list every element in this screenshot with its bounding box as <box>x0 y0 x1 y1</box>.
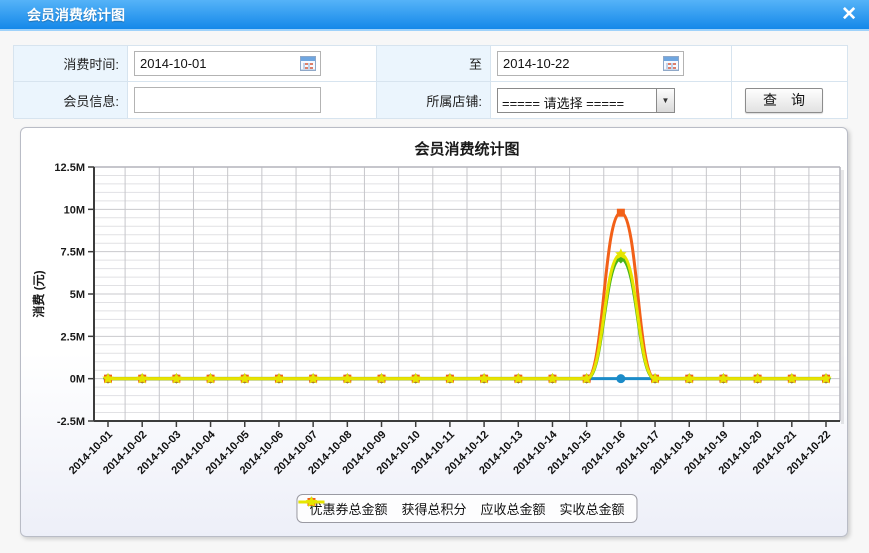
chart-title: 会员消费统计图 <box>414 140 519 158</box>
date-to-box <box>497 51 684 76</box>
chart-panel: -2.5M0M2.5M5M7.5M10M12.5M2014-10-012014-… <box>20 127 848 537</box>
date-to-cell <box>491 46 732 82</box>
date-from-box <box>134 51 321 76</box>
member-info-input[interactable] <box>134 87 321 113</box>
y-tick-label: 0M <box>70 374 85 386</box>
calendar-icon[interactable] <box>300 56 316 71</box>
query-button[interactable]: 查 询 <box>745 88 823 113</box>
legend-label: 应收总金额 <box>481 499 546 518</box>
y-tick-label: 12.5M <box>54 162 85 174</box>
legend-item[interactable]: 实收总金额 <box>560 499 625 518</box>
member-info-label: 会员信息: <box>14 82 128 119</box>
y-axis-title: 消费 (元) <box>31 270 46 317</box>
to-label: 至 <box>377 46 491 82</box>
y-tick-label: -2.5M <box>57 416 85 428</box>
consumption-chart: -2.5M0M2.5M5M7.5M10M12.5M2014-10-012014-… <box>21 128 849 538</box>
date-from-cell <box>128 46 377 82</box>
legend-item[interactable]: 获得总积分 <box>401 499 466 518</box>
shop-cell: ===== 请选择 ===== ▼ <box>491 82 732 119</box>
dialog-titlebar: 会员消费统计图 ✕ <box>0 0 869 31</box>
query-form: 消费时间: 至 会员信息: 所属店铺: ===== 请选择 ===== ▼ 查 … <box>13 45 848 118</box>
shop-select-value: ===== 请选择 ===== <box>498 89 656 112</box>
legend-label: 实收总金额 <box>560 499 625 518</box>
legend-star-icon <box>297 495 325 509</box>
shop-select[interactable]: ===== 请选择 ===== ▼ <box>497 88 675 113</box>
date-to-input[interactable] <box>498 53 658 74</box>
y-tick-label: 5M <box>70 289 85 301</box>
calendar-icon[interactable] <box>663 56 679 71</box>
legend-item[interactable]: 应收总金额 <box>481 499 546 518</box>
member-info-cell <box>128 82 377 119</box>
empty-cell <box>732 46 848 82</box>
query-button-cell: 查 询 <box>732 82 848 119</box>
y-tick-label: 10M <box>64 204 85 216</box>
chevron-down-icon[interactable]: ▼ <box>656 89 674 112</box>
chart-legend: 优惠券总金额获得总积分应收总金额实收总金额 <box>296 494 637 523</box>
close-icon[interactable]: ✕ <box>841 3 857 27</box>
legend-label: 获得总积分 <box>401 499 466 518</box>
dialog-title: 会员消费统计图 <box>27 5 125 25</box>
y-tick-label: 7.5M <box>61 247 85 259</box>
y-tick-label: 2.5M <box>61 331 85 343</box>
consume-time-label: 消费时间: <box>14 46 128 82</box>
date-from-input[interactable] <box>135 53 295 74</box>
shop-label: 所属店铺: <box>377 82 491 119</box>
